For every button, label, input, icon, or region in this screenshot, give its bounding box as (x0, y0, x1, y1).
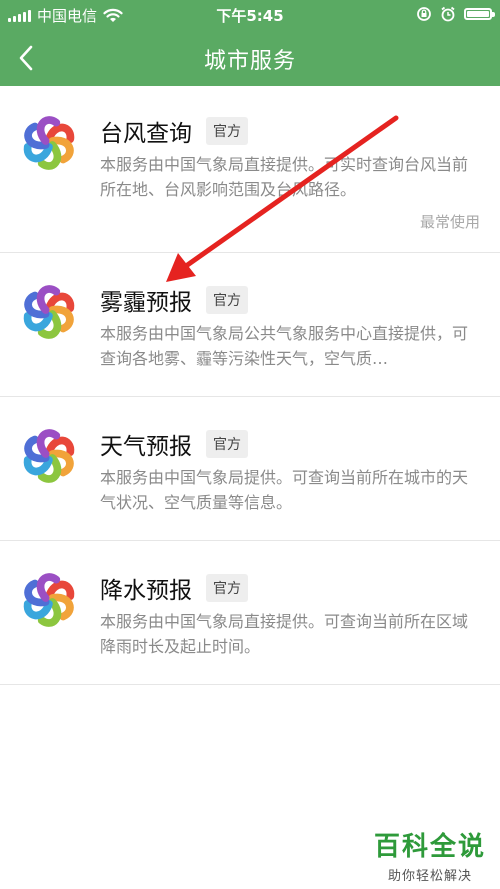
watermark-title: 百科全说 (373, 832, 486, 862)
service-list: 台风查询 官方 本服务由中国气象局直接提供。可实时查询台风当前所在地、台风影响范… (0, 86, 500, 685)
official-badge: 官方 (206, 430, 248, 458)
service-description: 本服务由中国气象局直接提供。可查询当前所在区域降雨时长及起止时间。 (100, 612, 469, 656)
battery-icon (464, 8, 495, 20)
weather-service-logo-icon (23, 285, 75, 339)
most-used-tag: 最常使用 (419, 213, 480, 231)
service-name: 天气预报 (100, 434, 192, 460)
service-description: 本服务由中国气象局直接提供。可实时查询台风当前所在地、台风影响范围及台风路径。 (100, 155, 469, 199)
alarm-icon (441, 6, 455, 22)
watermark-logo: 百科全说 助你轻松解决 (374, 826, 486, 884)
weather-service-logo-icon (23, 116, 75, 170)
official-badge: 官方 (206, 574, 248, 602)
service-description: 本服务由中国气象局提供。可查询当前所在城市的天气状况、空气质量等信息。 (100, 468, 469, 512)
nav-bar: 城市服务 (0, 30, 500, 86)
service-description: 本服务由中国气象局公共气象服务中心直接提供，可查询各地雾、霾等污染性天气，空气质… (100, 324, 469, 368)
service-item-precipitation[interactable]: 降水预报 官方 本服务由中国气象局直接提供。可查询当前所在区域降雨时长及起止时间… (0, 541, 500, 685)
weather-service-logo-icon (23, 573, 75, 627)
status-bar: 中国电信 下午5:45 (0, 0, 500, 30)
service-item-weather[interactable]: 天气预报 官方 本服务由中国气象局提供。可查询当前所在城市的天气状况、空气质量等… (0, 397, 500, 541)
watermark-subtitle: 助你轻松解决 (387, 869, 472, 884)
service-item-typhoon[interactable]: 台风查询 官方 本服务由中国气象局直接提供。可实时查询台风当前所在地、台风影响范… (0, 86, 500, 253)
service-name: 雾霾预报 (100, 290, 192, 316)
status-right (416, 6, 495, 22)
official-badge: 官方 (206, 286, 248, 314)
service-name: 台风查询 (100, 121, 192, 147)
page-title: 城市服务 (203, 49, 296, 74)
service-name: 降水预报 (100, 578, 192, 604)
service-item-smog[interactable]: 雾霾预报 官方 本服务由中国气象局公共气象服务中心直接提供，可查询各地雾、霾等污… (0, 253, 500, 397)
rotation-lock-icon (417, 7, 431, 21)
official-badge: 官方 (206, 117, 248, 145)
weather-service-logo-icon (23, 429, 75, 483)
